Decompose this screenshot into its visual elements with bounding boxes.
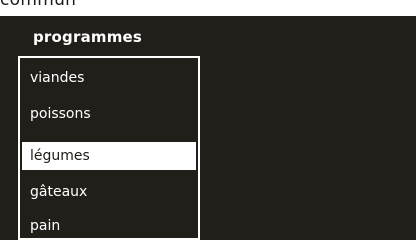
menu-item-pain[interactable]: pain bbox=[20, 212, 198, 240]
menu-item-gateaux[interactable]: gâteaux bbox=[20, 178, 198, 206]
programme-menu: viandes poissons légumes gâteaux pain bbox=[18, 56, 200, 240]
appliance-display: programmes viandes poissons légumes gâte… bbox=[0, 16, 416, 240]
cropped-header-text: commun bbox=[0, 0, 77, 10]
menu-item-viandes[interactable]: viandes bbox=[20, 64, 198, 92]
menu-item-legumes[interactable]: légumes bbox=[22, 142, 196, 170]
menu-item-poissons[interactable]: poissons bbox=[20, 100, 198, 128]
panel-title: programmes bbox=[33, 28, 143, 46]
